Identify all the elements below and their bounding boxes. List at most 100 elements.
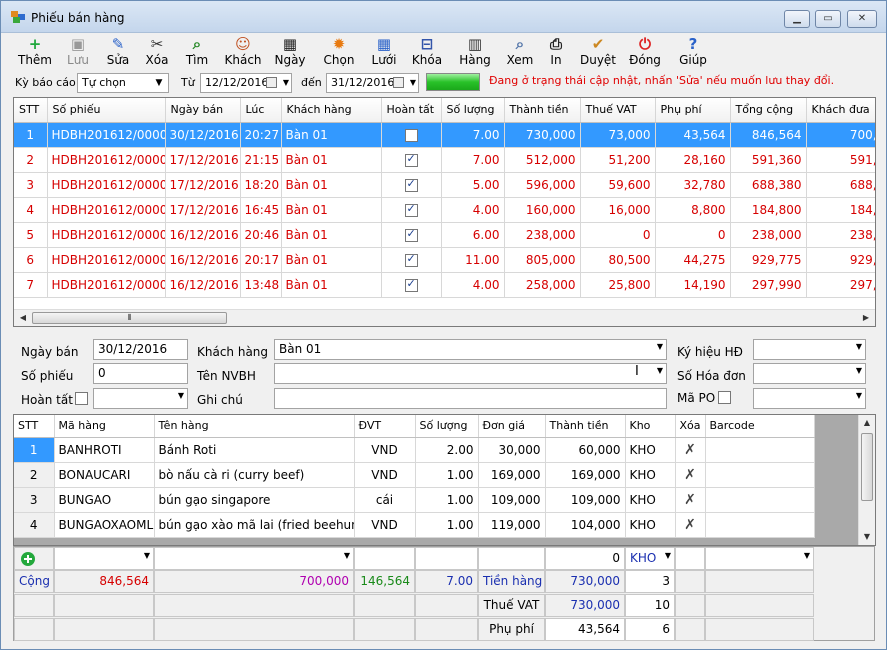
column-header[interactable]: Tổng cộng — [730, 98, 807, 123]
column-header[interactable]: Xóa — [675, 415, 706, 438]
maximize-button[interactable]: ▭ — [815, 10, 841, 28]
column-header[interactable]: Thành tiền — [545, 415, 626, 438]
lock-button[interactable]: ⊟ Khóa — [409, 35, 445, 69]
edit-button[interactable]: ✎ Sửa — [101, 35, 135, 69]
scroll-left-icon[interactable]: ◀ — [15, 310, 31, 326]
table-row[interactable]: 1 BANHROTI Bánh Roti VND 2.00 30,000 60,000 KHO… — [14, 437, 815, 463]
table-row[interactable]: 3 BUNGAO bún gạo singapore cái 1.00 109,000 10… — [14, 487, 815, 513]
table-row[interactable]: 2 BONAUCARI bò nấu cà ri (curry beef) VND 1.… — [14, 462, 815, 488]
completed-checkbox[interactable] — [404, 128, 418, 142]
cell-del[interactable]: ✗ — [675, 487, 706, 513]
date-button[interactable]: ▦ Ngày — [273, 35, 307, 69]
find-button[interactable]: ⌕ Tìm — [179, 35, 215, 69]
column-header[interactable]: ĐVT — [354, 415, 416, 438]
table-row[interactable]: 5HDBH201612/000016/12/201620:46Bàn 01 6.0… — [14, 222, 875, 248]
completed-checkbox[interactable] — [75, 392, 88, 405]
goods-button[interactable]: ▥ Hàng — [455, 35, 495, 69]
new-warehouse-select[interactable]: KHO ▼ — [625, 547, 675, 570]
scroll-down-icon[interactable]: ▼ — [859, 529, 875, 545]
column-header[interactable]: Ngày bán — [165, 98, 241, 123]
table-row[interactable]: 7HDBH201612/000016/12/201613:48Bàn 01 4.0… — [14, 272, 875, 298]
invoice-number-select[interactable]: ▼ — [753, 363, 866, 384]
column-header[interactable]: Tên hàng — [154, 415, 355, 438]
delete-icon[interactable]: ✗ — [684, 492, 696, 508]
goods-percent-field[interactable]: 3 — [625, 570, 675, 593]
completed-checkbox[interactable] — [404, 202, 418, 217]
new-item-code-select[interactable]: ▼ — [54, 547, 154, 570]
customer-select[interactable]: Bàn 01 ▼ — [274, 339, 667, 360]
delete-icon[interactable]: ✗ — [684, 467, 696, 483]
column-header[interactable]: Thuế VAT — [580, 98, 656, 123]
new-amount-field[interactable]: 0 — [545, 547, 625, 570]
scrollbar-thumb[interactable] — [861, 433, 873, 501]
column-header[interactable]: Lúc — [240, 98, 282, 123]
column-header[interactable]: Mã hàng — [54, 415, 155, 438]
add-row-button[interactable] — [14, 547, 54, 570]
column-header[interactable]: Thành tiền — [504, 98, 581, 123]
column-header[interactable]: Barcode — [705, 415, 815, 438]
receipt-number-field[interactable]: 0 — [93, 363, 188, 384]
table-row[interactable]: 6HDBH201612/000016/12/201620:17Bàn 01 11.… — [14, 247, 875, 273]
table-row[interactable]: 1 HDBH201612/0000 30/12/2016 20:27 Bàn 01 7.0… — [14, 122, 875, 148]
new-item-name-select[interactable]: ▼ — [154, 547, 354, 570]
delete-button[interactable]: ✂ Xóa — [141, 35, 173, 69]
choose-button[interactable]: ✹ Chọn — [319, 35, 359, 69]
new-quantity-field[interactable] — [415, 547, 478, 570]
completed-select[interactable]: ▼ — [93, 388, 188, 409]
po-code-checkbox[interactable] — [718, 391, 731, 404]
invoice-symbol-select[interactable]: ▼ — [753, 339, 866, 360]
invoice-horizontal-scrollbar[interactable]: ◀ ⦀ ▶ — [14, 309, 875, 326]
new-price-field[interactable] — [478, 547, 545, 570]
column-header[interactable]: Khách đưa — [806, 98, 875, 123]
close-button[interactable]: ⏻ Đóng — [623, 35, 667, 69]
close-window-button[interactable]: ✕ — [847, 10, 877, 28]
scroll-right-icon[interactable]: ▶ — [858, 310, 874, 326]
grid-button[interactable]: ▦ Lưới — [367, 35, 401, 69]
po-code-select[interactable]: ▼ — [753, 388, 866, 409]
to-date-picker[interactable]: 31/12/2016 ▼ — [326, 73, 419, 93]
salesperson-select[interactable]: I ▼ — [274, 363, 667, 384]
print-button[interactable]: ⎙ In — [541, 35, 571, 69]
column-header[interactable]: Đơn giá — [478, 415, 546, 438]
column-header[interactable]: Phụ phí — [655, 98, 731, 123]
help-button[interactable]: ? Giúp — [675, 35, 711, 69]
delete-icon[interactable]: ✗ — [684, 442, 696, 458]
add-button[interactable]: + Thêm — [15, 35, 55, 69]
completed-checkbox[interactable] — [404, 177, 418, 192]
table-row[interactable]: 3HDBH201612/000017/12/201618:20Bàn 01 5.0… — [14, 172, 875, 198]
completed-checkbox[interactable] — [404, 227, 418, 242]
cell-del[interactable]: ✗ — [675, 437, 706, 463]
delete-icon[interactable]: ✗ — [684, 517, 696, 533]
column-header[interactable]: STT — [14, 98, 48, 123]
cell-del[interactable]: ✗ — [675, 462, 706, 488]
cell-del[interactable]: ✗ — [675, 512, 706, 538]
vat-percent-field[interactable]: 10 — [625, 594, 675, 617]
scrollbar-thumb[interactable]: ⦀ — [32, 312, 227, 324]
surcharge-percent-field[interactable]: 6 — [625, 618, 675, 641]
table-row[interactable]: 4HDBH201612/000017/12/201616:45Bàn 01 4.0… — [14, 197, 875, 223]
completed-checkbox[interactable] — [404, 152, 418, 167]
completed-checkbox[interactable] — [404, 252, 418, 267]
column-header[interactable]: Hoàn tất — [381, 98, 442, 123]
table-row[interactable]: 2HDBH201612/000017/12/201621:15Bàn 01 7.0… — [14, 147, 875, 173]
completed-checkbox[interactable] — [404, 277, 418, 292]
minimize-button[interactable]: ▁ — [784, 10, 810, 28]
period-select[interactable]: Tự chọn ▼ — [77, 73, 169, 93]
column-header[interactable]: Khách hàng — [281, 98, 382, 123]
customer-button[interactable]: ☺ Khách — [223, 35, 263, 69]
new-unit-field[interactable] — [354, 547, 415, 570]
column-header[interactable]: Số lượng — [415, 415, 479, 438]
from-date-picker[interactable]: 12/12/2016 ▼ — [200, 73, 292, 93]
note-field[interactable] — [274, 388, 667, 409]
column-header[interactable]: Kho — [625, 415, 676, 438]
table-row[interactable]: 4 BUNGAOXAOML bún gạo xào mã lai (fried be… — [14, 512, 815, 538]
column-header[interactable]: STT — [14, 415, 55, 438]
scroll-up-icon[interactable]: ▲ — [859, 415, 875, 431]
view-button[interactable]: ⌕ Xem — [503, 35, 537, 69]
detail-vertical-scrollbar[interactable]: ▲ ▼ — [858, 415, 875, 545]
column-header[interactable]: Số phiếu — [47, 98, 166, 123]
approve-button[interactable]: ✔ Duyệt — [575, 35, 621, 69]
new-barcode-select[interactable]: ▼ — [705, 547, 814, 570]
sale-date-field[interactable]: 30/12/2016 — [93, 339, 188, 360]
surcharge-value[interactable]: 43,564 — [545, 618, 625, 641]
